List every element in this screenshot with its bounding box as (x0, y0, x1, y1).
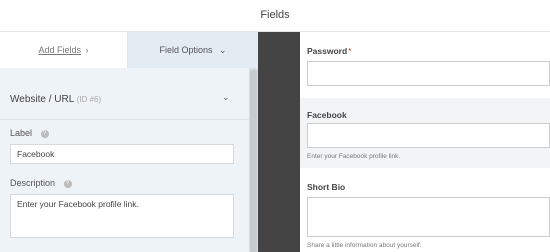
preview-field-password[interactable]: Password* (300, 32, 550, 96)
panel-tabs: Add Fields › Field Options ⌄ (0, 32, 258, 68)
description-option-text: Description (10, 178, 56, 188)
field-type-name: Website / URL (10, 94, 74, 105)
chevron-down-icon: ⌄ (219, 45, 227, 55)
preview-field-short-bio[interactable]: Short Bio Share a little information abo… (300, 170, 550, 252)
preview-field-description: Share a little information about yoursel… (307, 242, 422, 249)
page-title: Fields (260, 9, 290, 21)
form-preview: Password* Facebook Enter your Facebook p… (300, 32, 550, 252)
tab-add-fields[interactable]: Add Fields › (0, 32, 128, 68)
left-panel: Add Fields › Field Options ⌄ Website / U… (0, 32, 258, 252)
preview-field-label: Short Bio (307, 182, 346, 192)
password-input[interactable] (307, 61, 550, 86)
tab-field-options-label: Field Options (159, 45, 213, 55)
tab-field-options[interactable]: Field Options ⌄ (128, 32, 258, 68)
preview-field-label: Password* (307, 46, 351, 56)
facebook-input[interactable] (307, 123, 550, 148)
field-options-header[interactable]: Website / URL (ID #6) ⌄ (0, 78, 249, 120)
field-type-title: Website / URL (ID #6) (10, 94, 101, 105)
left-panel-scrollbar[interactable] (249, 68, 258, 252)
help-icon[interactable]: ? (63, 180, 72, 188)
field-id: (ID #6) (76, 95, 102, 104)
required-asterisk: * (348, 46, 352, 56)
short-bio-textarea[interactable] (307, 197, 550, 237)
description-option-title: Description ? (10, 178, 72, 188)
collapse-chevron-icon[interactable]: ⌄ (222, 92, 230, 103)
preview-field-label: Facebook (307, 110, 347, 120)
preview-field-facebook[interactable]: Facebook Enter your Facebook profile lin… (300, 98, 550, 168)
tab-add-fields-label: Add Fields (38, 45, 81, 55)
chevron-right-icon: › (85, 45, 89, 55)
label-input[interactable]: Facebook (10, 144, 234, 164)
label-option-title: Label ? (10, 128, 49, 138)
panel-divider (258, 32, 300, 252)
help-icon[interactable]: ? (40, 130, 49, 138)
description-textarea[interactable]: Enter your Facebook profile link. (10, 194, 234, 238)
top-bar: Fields (0, 0, 550, 32)
preview-field-label-text: Password (307, 46, 348, 56)
scrollbar-thumb[interactable] (250, 70, 257, 252)
label-option-text: Label (10, 128, 33, 138)
preview-field-description: Enter your Facebook profile link. (307, 153, 401, 160)
